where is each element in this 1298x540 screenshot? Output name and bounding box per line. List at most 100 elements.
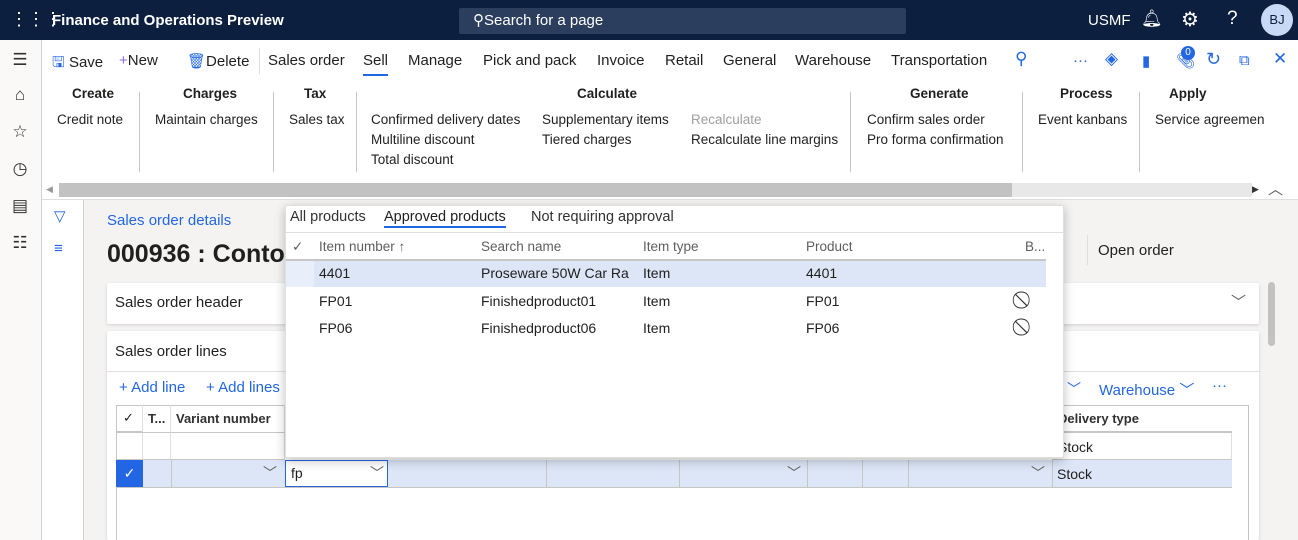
service-agreements-button[interactable]: Service agreemen [1155, 112, 1265, 127]
hamburger-icon[interactable]: ☰ [10, 50, 30, 70]
chevron-down-icon[interactable]: ﹀ [263, 463, 277, 483]
filter-icon[interactable]: ▽ [54, 207, 66, 225]
product[interactable]: FP06 [806, 320, 839, 336]
attachment-icon[interactable]: 📎︎ 0 [1176, 46, 1195, 70]
credit-note-button[interactable]: Credit note [57, 112, 123, 127]
supplementary-items-button[interactable]: Supplementary items [542, 112, 669, 127]
tab-manage[interactable]: Manage [408, 52, 462, 69]
tiered-charges-button[interactable]: Tiered charges [542, 132, 632, 147]
more-icon[interactable]: ··· [1073, 52, 1088, 69]
product[interactable]: 4401 [806, 265, 837, 281]
column-header-type[interactable]: T... [143, 405, 171, 433]
scrollbar-thumb[interactable] [59, 183, 1012, 197]
item-number[interactable]: FP01 [319, 293, 352, 309]
chevron-down-icon[interactable]: ﹀ [370, 463, 384, 483]
tab-warehouse[interactable]: Warehouse [795, 52, 871, 69]
grid-cell[interactable] [143, 433, 171, 460]
scroll-right-icon[interactable]: ▶ [1252, 184, 1259, 195]
column-header-product[interactable]: Product [806, 239, 853, 254]
row-checkbox-checked[interactable]: ✓ [116, 460, 143, 487]
select-all-checkbox[interactable]: ✓ [292, 239, 303, 255]
item-number[interactable]: 4401 [319, 265, 350, 281]
item-type[interactable]: Item [643, 265, 670, 281]
tab-not-requiring-approval[interactable]: Not requiring approval [531, 209, 674, 225]
scroll-left-icon[interactable]: ◀ [46, 184, 53, 195]
search-icon[interactable]: ⚲ [1015, 49, 1027, 69]
item-type[interactable]: Item [643, 320, 670, 336]
modules-icon[interactable]: ☷ [10, 233, 30, 253]
tab-sell[interactable]: Sell [363, 52, 389, 76]
confirm-sales-order-button[interactable]: Confirm sales order [867, 112, 985, 127]
sales-tax-button[interactable]: Sales tax [289, 112, 345, 127]
divider [259, 48, 260, 74]
select-all-checkbox[interactable]: ✓ [116, 405, 143, 433]
total-discount-button[interactable]: Total discount [371, 152, 454, 167]
column-header-variant[interactable]: Variant number [171, 405, 285, 433]
office-icon[interactable]: ▮ [1142, 52, 1150, 70]
close-icon[interactable]: ✕ [1273, 49, 1287, 69]
open-order-button[interactable]: Open order [1098, 242, 1174, 259]
delivery-type-cell[interactable]: Stock [1052, 433, 1232, 460]
row-checkbox[interactable] [116, 433, 143, 460]
company-picker[interactable]: USMF [1088, 12, 1131, 29]
list-icon[interactable]: ≡ [54, 240, 63, 257]
maintain-charges-button[interactable]: Maintain charges [155, 112, 258, 127]
chevron-down-icon[interactable]: ﹀ [787, 463, 801, 483]
help-icon[interactable]: ? [1227, 8, 1238, 30]
clock-icon[interactable]: ◷ [10, 159, 30, 179]
item-type[interactable]: Item [643, 293, 670, 309]
item-number[interactable]: FP06 [319, 320, 352, 336]
power-apps-icon[interactable]: ◈ [1105, 49, 1118, 69]
refresh-icon[interactable]: ↻ [1206, 49, 1221, 70]
delivery-type-cell[interactable]: Stock [1057, 466, 1092, 482]
workspace-icon[interactable]: ▤ [10, 196, 30, 216]
star-icon[interactable]: ☆ [10, 122, 30, 142]
product[interactable]: FP01 [806, 293, 839, 309]
chevron-down-icon[interactable]: ﹀ [1231, 291, 1246, 312]
tab-general[interactable]: General [723, 52, 776, 69]
tab-pick-and-pack[interactable]: Pick and pack [483, 52, 576, 69]
tab-invoice[interactable]: Invoice [597, 52, 645, 69]
pro-forma-confirmation-button[interactable]: Pro forma confirmation [867, 132, 1004, 147]
group-generate-title: Generate [910, 86, 969, 101]
more-icon[interactable]: ··· [1212, 377, 1227, 394]
tab-all-products[interactable]: All products [290, 209, 366, 225]
column-header-item-type[interactable]: Item type [643, 239, 699, 254]
recalculate-line-margins-button[interactable]: Recalculate line margins [691, 132, 838, 147]
chevron-down-icon[interactable]: ﹀ [1031, 463, 1045, 483]
new-button[interactable]: +New [119, 52, 158, 69]
tab-approved-products[interactable]: Approved products [384, 209, 506, 228]
open-new-window-icon[interactable]: ⧉ [1239, 52, 1250, 69]
multiline-discount-button[interactable]: Multiline discount [371, 132, 475, 147]
warehouse-menu[interactable]: Warehouse ﹀ [1099, 379, 1194, 400]
gear-icon[interactable]: ⚙ [1181, 7, 1199, 32]
column-header-search-name[interactable]: Search name [481, 239, 561, 254]
collapse-ribbon-icon[interactable]: ︿ [1268, 178, 1283, 199]
avatar[interactable]: BJ [1261, 4, 1293, 36]
page-scrollbar[interactable] [1268, 282, 1275, 346]
tab-sales-order[interactable]: Sales order [268, 52, 345, 69]
home-icon[interactable]: ⌂ [10, 85, 30, 105]
chevron-down-icon[interactable]: ﹀ [1067, 379, 1081, 399]
search-name[interactable]: Proseware 50W Car Ra [481, 265, 629, 281]
tab-transportation[interactable]: Transportation [891, 52, 987, 69]
bell-icon[interactable]: 🔔︎ [1141, 9, 1163, 29]
tab-retail[interactable]: Retail [665, 52, 703, 69]
add-lines-button[interactable]: + Add lines [206, 379, 280, 396]
add-line-button[interactable]: + Add line [119, 379, 185, 396]
group-process-title: Process [1060, 86, 1113, 101]
item-number-input[interactable]: fp ﹀ [285, 460, 388, 487]
column-header-blocked[interactable]: B... [1025, 239, 1045, 254]
save-button[interactable]: 🖫 Save [52, 52, 103, 77]
search-name[interactable]: Finishedproduct06 [481, 320, 596, 336]
event-kanbans-button[interactable]: Event kanbans [1038, 112, 1127, 127]
column-header-item-number[interactable]: Item number ↑ [319, 239, 405, 254]
column-header-delivery-type[interactable]: Delivery type [1052, 405, 1232, 433]
ribbon-scrollbar[interactable] [59, 183, 1252, 197]
delete-button[interactable]: 🗑︎Delete [187, 52, 249, 70]
grid-cell[interactable] [171, 433, 285, 460]
confirmed-delivery-dates-button[interactable]: Confirmed delivery dates [371, 112, 520, 127]
breadcrumb[interactable]: Sales order details [107, 212, 231, 229]
search-name[interactable]: Finishedproduct01 [481, 293, 596, 309]
search-input[interactable]: ⚲Search for a page [459, 8, 906, 34]
